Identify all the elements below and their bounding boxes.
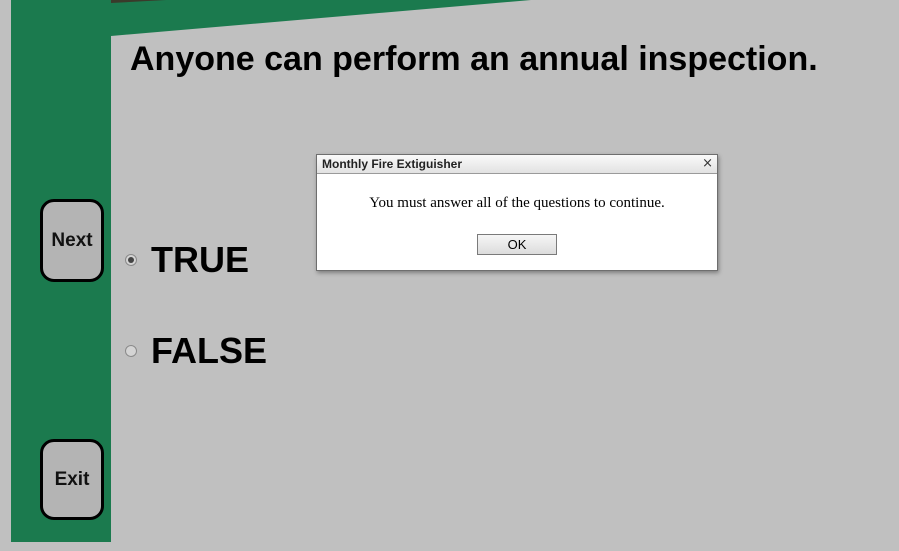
true-radio-button[interactable] — [125, 254, 137, 266]
left-margin-strip — [0, 0, 11, 551]
option-true-label: TRUE — [151, 239, 249, 280]
next-button[interactable]: Next — [40, 199, 104, 282]
exit-button[interactable]: Exit — [40, 439, 104, 520]
exit-button-label: Exit — [54, 468, 90, 490]
sidebar: Next Exit — [11, 0, 111, 542]
ok-button[interactable]: OK — [477, 234, 557, 255]
question-text: Anyone can perform an annual inspection. — [130, 40, 818, 78]
option-false[interactable]: FALSE — [124, 329, 267, 373]
close-icon[interactable]: × — [702, 155, 713, 172]
false-radio-button[interactable] — [125, 345, 137, 357]
option-false-label: FALSE — [151, 330, 268, 371]
dialog-title: Monthly Fire Extiguisher — [322, 157, 463, 171]
header-banner — [111, 0, 531, 36]
dialog-message: You must answer all of the questions to … — [369, 195, 665, 211]
option-true[interactable]: TRUE — [124, 238, 249, 282]
alert-dialog: Monthly Fire Extiguisher × You must answ… — [316, 154, 718, 271]
dialog-titlebar[interactable]: Monthly Fire Extiguisher × — [317, 155, 717, 174]
next-button-label: Next — [51, 229, 93, 251]
